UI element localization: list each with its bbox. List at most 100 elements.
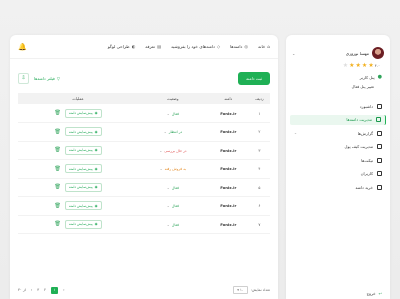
page-link[interactable]: ۳ <box>37 288 39 292</box>
trash-icon[interactable]: 🗑 <box>55 203 61 209</box>
sidebar-item-label: داشبورد <box>359 103 373 109</box>
trash-icon[interactable]: 🗑 <box>55 184 61 190</box>
table-row: ۶ Fonix.ir فعال ⌄ ◉ پیش‌نمایش دامنه 🗑 <box>18 196 270 216</box>
page-link[interactable]: ۱ <box>51 286 59 294</box>
filter-label: فیلتر دامنه‌ها <box>34 75 55 81</box>
row-status-cell[interactable]: در حال بررسی ⌄ <box>138 141 208 160</box>
rating-value: ۴.۰ <box>374 63 380 68</box>
preview-domain-button[interactable]: ◉ پیش‌نمایش دامنه <box>64 219 102 229</box>
trash-icon[interactable]: 🗑 <box>55 166 61 172</box>
menu-item-icon <box>377 184 382 190</box>
page-total: از ۳۰ <box>18 288 26 292</box>
trash-icon[interactable]: 🗑 <box>55 221 61 227</box>
sidebar-item[interactable]: مدیریت دامنه‌ها <box>290 114 386 125</box>
topnav-item[interactable]: ◐ طراحی لوگو <box>108 44 135 49</box>
switch-panel-link[interactable]: تغییر پنل فعال <box>286 80 390 89</box>
row-domain[interactable]: Fonix.ir <box>207 141 249 160</box>
next-page-icon[interactable]: › <box>63 288 64 292</box>
row-domain[interactable]: Fonix.ir <box>207 178 249 197</box>
preview-label: پیش‌نمایش دامنه <box>68 222 93 227</box>
preview-domain-button[interactable]: ◉ پیش‌نمایش دامنه <box>64 145 102 155</box>
topnav-item[interactable]: ◇ دامنه‌های خود را بفروشید <box>171 44 220 49</box>
globe-icon: ◎ <box>244 44 249 49</box>
row-actions: ◉ پیش‌نمایش دامنه 🗑 <box>18 178 139 197</box>
status-label: فعال <box>171 222 179 227</box>
filter-button[interactable]: ▽ فیلتر دامنه‌ها <box>34 76 60 81</box>
user-profile[interactable]: مهسا نوروزی ⌄ <box>286 35 390 59</box>
preview-domain-button[interactable]: ◉ پیش‌نمایش دامنه <box>64 201 102 211</box>
sidebar-menu: داشبورد مدیریت دامنه‌ها گزارش‌ها ⌄ مدیریت کی… <box>286 101 390 192</box>
row-status-cell[interactable]: فعال ⌄ <box>138 104 208 123</box>
row-domain[interactable]: Fonix.ir <box>207 159 249 179</box>
page-link[interactable]: ۲ <box>44 288 46 292</box>
row-status-cell[interactable]: فعال ⌄ <box>138 178 208 197</box>
sidebar-item[interactable]: داشبورد <box>290 101 386 111</box>
sidebar-item[interactable]: تیکت‌ها <box>290 155 386 165</box>
row-status-cell[interactable]: به فروش رفته ⌄ <box>138 159 208 179</box>
sidebar-item-label: خرید دامنه <box>355 184 373 190</box>
eye-icon: ◉ <box>94 148 98 153</box>
table-header-row: ردیف دامنه وضعیت عملیات <box>18 93 270 104</box>
row-actions: ◉ پیش‌نمایش دامنه 🗑 <box>18 141 139 160</box>
topnav-item[interactable]: ▤ تعرفه <box>145 44 161 49</box>
export-icon: ⇩ <box>21 75 26 81</box>
export-button[interactable]: ⇩ <box>18 72 29 84</box>
preview-domain-button[interactable]: ◉ پیش‌نمایش دامنه <box>64 164 102 174</box>
table-row: ۳ Fonix.ir در حال بررسی ⌄ ◉ پیش‌نمایش دامنه 🗑 <box>18 141 270 160</box>
app-shell: ⌂ خانه ◎ دامنه‌ها ◇ دامنه‌های خود را بفروشید ▤… <box>10 35 390 299</box>
row-domain[interactable]: Fonix.ir <box>207 215 249 234</box>
row-status-cell[interactable]: فعال ⌄ <box>138 215 208 234</box>
preview-domain-button[interactable]: ◉ پیش‌نمایش دامنه <box>64 127 102 137</box>
topnav-item-label: دامنه‌ها <box>230 44 243 49</box>
sidebar-item[interactable]: گزارش‌ها ⌄ <box>290 128 386 138</box>
trash-icon[interactable]: 🗑 <box>55 147 61 153</box>
preview-domain-button[interactable]: ◉ پیش‌نمایش دامنه <box>64 182 102 192</box>
topnav-item[interactable]: ◎ دامنه‌ها <box>230 44 248 49</box>
eye-icon: ◉ <box>94 129 98 134</box>
row-domain[interactable]: Fonix.ir <box>207 196 249 216</box>
page-links: از ۳۰ ‹ ۳ ۲ ۱ › <box>18 286 65 294</box>
trash-icon[interactable]: 🗑 <box>55 129 61 135</box>
eye-icon: ◉ <box>94 203 98 208</box>
topnav-item[interactable]: ⌂ خانه <box>258 44 270 49</box>
status-label: فعال <box>171 111 179 116</box>
add-domain-button[interactable]: ثبت دامنه <box>238 71 270 85</box>
user-rating: ۴.۰ ★ ★ ★ ★ ★ <box>286 59 390 69</box>
row-domain[interactable]: Fonix.ir <box>207 104 249 123</box>
sidebar-item[interactable]: مدیریت کیف پول <box>290 142 386 152</box>
prev-page-icon[interactable]: ‹ <box>31 288 32 292</box>
eye-icon: ◉ <box>94 185 98 190</box>
row-status-cell[interactable]: فعال ⌄ <box>138 196 208 216</box>
status-label: فعال <box>171 204 179 209</box>
row-actions: ◉ پیش‌نمایش دامنه 🗑 <box>18 104 139 123</box>
logout-button[interactable]: ↩ خروج <box>366 291 382 296</box>
sidebar-item-label: گزارش‌ها <box>357 130 373 136</box>
trash-icon[interactable]: 🗑 <box>55 110 61 116</box>
topnav-item-label: دامنه‌های خود را بفروشید <box>170 44 215 49</box>
preview-label: پیش‌نمایش دامنه <box>68 203 93 208</box>
status-label: در حال بررسی <box>164 148 187 153</box>
table-row: ۴ Fonix.ir به فروش رفته ⌄ ◉ پیش‌نمایش دامنه 🗑 <box>18 159 270 179</box>
col-domain: دامنه <box>224 96 233 101</box>
sidebar-item[interactable]: کاربران <box>290 169 386 179</box>
sidebar-item[interactable]: خرید دامنه <box>290 182 386 192</box>
row-domain[interactable]: Fonix.ir <box>207 122 249 142</box>
status-label: فعال <box>171 185 179 190</box>
topnav-item-label: طراحی لوگو <box>107 44 130 49</box>
eye-icon: ◉ <box>94 222 98 227</box>
sidebar-item-label: مدیریت دامنه‌ها <box>346 117 372 122</box>
table-row: ۵ Fonix.ir فعال ⌄ ◉ پیش‌نمایش دامنه 🗑 <box>18 178 270 197</box>
col-actions: عملیات <box>72 96 84 101</box>
preview-domain-button[interactable]: ◉ پیش‌نمایش دامنه <box>64 108 102 118</box>
chevron-down-icon: ⌄ <box>163 130 167 135</box>
page-size-select[interactable]: ۱۰ ▾ <box>233 286 248 294</box>
topnav-item-label: تعرفه <box>145 44 155 49</box>
preview-label: پیش‌نمایش دامنه <box>68 166 93 171</box>
star-icon: ★ <box>368 62 374 69</box>
bell-icon[interactable]: 🔔 <box>18 43 27 51</box>
row-status-cell[interactable]: در انتظار ⌄ <box>138 122 208 142</box>
menu-item-icon <box>377 130 382 136</box>
chevron-down-icon: ⌄ <box>166 204 170 209</box>
palette-icon: ◐ <box>131 44 136 49</box>
user-icon: ● <box>377 74 382 80</box>
